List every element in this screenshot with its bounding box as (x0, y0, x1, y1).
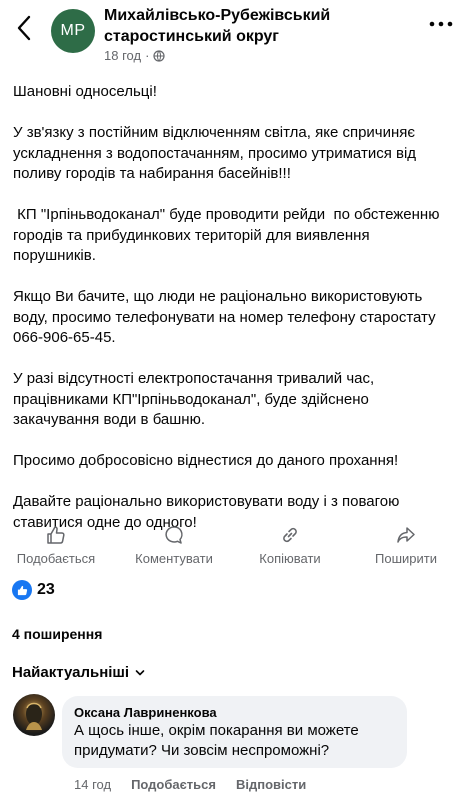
share-label: Поширити (375, 551, 437, 566)
post-meta: 18 год · (104, 48, 166, 63)
globe-icon (153, 49, 166, 62)
page-name[interactable]: Михайлівсько-Рубежівський старостинський… (104, 5, 404, 47)
comment-bubble: Оксана Лавриненкова А щось інше, окрім п… (62, 696, 407, 768)
chevron-down-icon (135, 669, 145, 675)
post-paragraph: КП "Ірпіньводоканал" буде проводити рейд… (13, 206, 444, 264)
comment-button[interactable]: Коментувати (124, 525, 224, 566)
reaction-count: 23 (37, 581, 55, 598)
link-icon (283, 527, 297, 543)
comment-icon (165, 526, 183, 544)
post-paragraph: Просимо добросовісно віднестися до даног… (13, 452, 399, 469)
like-label: Подобається (16, 551, 96, 566)
comment-time: 14 год (74, 777, 112, 792)
shares-count[interactable]: 4 поширення (12, 626, 102, 642)
post-body: Шановні односельці! У зв'язку з постійни… (13, 82, 453, 554)
share-button[interactable]: Поширити (356, 525, 456, 566)
post-paragraph: Шановні односельці! (13, 83, 157, 100)
post-paragraph: Якщо Ви бачите, що люди не раціонально в… (13, 288, 436, 346)
like-reaction-icon (12, 580, 32, 600)
back-arrow-icon[interactable] (12, 12, 36, 44)
post-action-bar: Подобається Коментувати Копіювати Пошири… (0, 525, 465, 571)
more-options-icon[interactable] (429, 20, 453, 28)
post-header: MP Михайлівсько-Рубежівський старостинсь… (0, 0, 465, 68)
comment-like-button[interactable]: Подобається (131, 777, 216, 792)
comment-text: А щось інше, окрім покарання ви можете п… (74, 722, 359, 759)
comment-actions: 14 год Подобається Відповісти (74, 777, 306, 792)
copy-button[interactable]: Копіювати (240, 525, 340, 566)
copy-label: Копіювати (259, 551, 321, 566)
commenter-avatar[interactable] (13, 694, 55, 736)
comment-sort-dropdown[interactable]: Найактуальніші (12, 664, 145, 681)
thumbs-up-icon (47, 526, 65, 544)
reactions-summary[interactable]: 23 (12, 580, 55, 600)
comment-label: Коментувати (135, 551, 213, 566)
post-paragraph: У зв'язку з постійним відключенням світл… (13, 124, 417, 182)
page-avatar[interactable]: MP (51, 9, 95, 53)
share-arrow-icon (397, 527, 415, 543)
post-paragraph: У разі відсутності електропостачання три… (13, 370, 375, 428)
sort-label: Найактуальніші (12, 664, 130, 681)
like-button[interactable]: Подобається (6, 525, 106, 566)
post-time: 18 год (104, 48, 142, 63)
meta-separator: · (145, 48, 150, 63)
comment-author[interactable]: Оксана Лавриненкова (74, 704, 395, 721)
comment-reply-button[interactable]: Відповісти (236, 777, 306, 792)
